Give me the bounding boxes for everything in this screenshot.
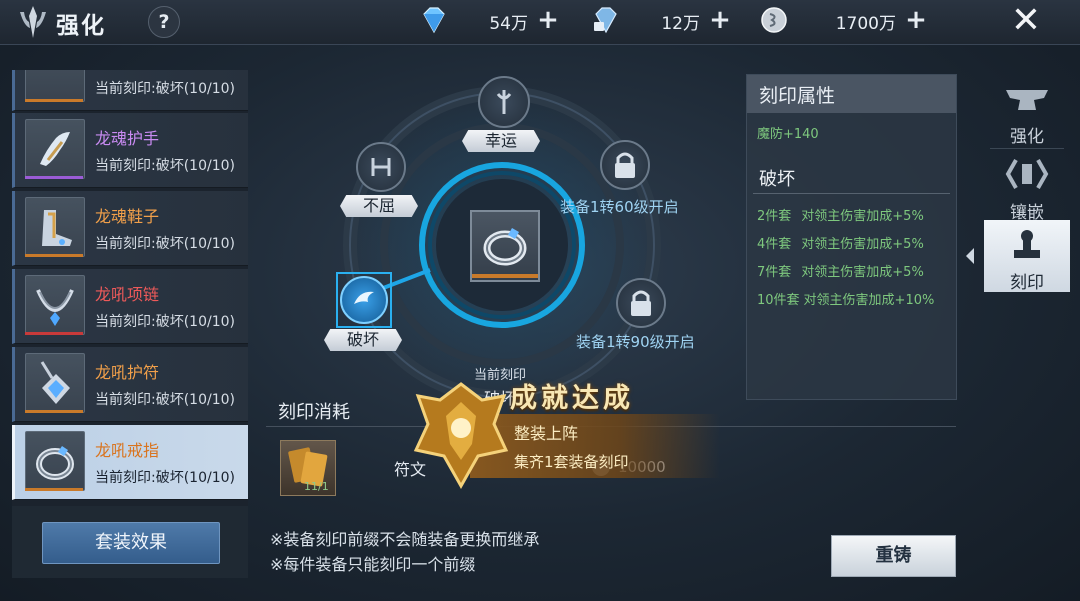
active-tab-pointer	[966, 248, 974, 264]
ring-icon	[25, 431, 85, 491]
cost-title: 刻印消耗	[278, 402, 350, 423]
set-bonus-row: 7件套 对领主伤害加成+5%	[757, 261, 924, 280]
equipment-thumbnail	[25, 70, 85, 102]
rarity-bar	[25, 176, 83, 179]
attribute-header: 刻印属性	[747, 75, 956, 113]
stamp-icon	[1014, 230, 1040, 258]
set-pieces: 2件套	[757, 209, 792, 224]
help-button[interactable]: ?	[148, 6, 180, 38]
unyielding-node[interactable]	[356, 142, 406, 192]
page-title: 强化	[56, 13, 106, 39]
item-name: 龙吼戒指	[95, 441, 160, 460]
lock-icon	[631, 290, 651, 316]
lock-hint-90: 装备1转90级开启	[576, 333, 695, 351]
add-bound-diamond-button[interactable]: +	[707, 7, 733, 34]
silver-coin-value: 1700万	[835, 14, 896, 34]
set-effect: 对领主伤害加成+5%	[801, 265, 924, 280]
set-bonus-row: 10件套 对领主伤害加成+10%	[757, 289, 934, 308]
tab-engrave[interactable]: 刻印	[984, 220, 1070, 293]
set-bonus-row: 4件套 对领主伤害加成+5%	[757, 233, 924, 252]
item-name: 龙吼项链	[95, 285, 160, 304]
amulet-icon	[25, 353, 85, 413]
necklace-icon	[25, 275, 85, 335]
achievement-name: 整装上阵	[514, 424, 579, 443]
luck-icon	[496, 90, 512, 114]
attribute-panel: 刻印属性 魔防+140 破坏 2件套 对领主伤害加成+5% 4件套 对领主伤害加成+…	[746, 74, 957, 400]
set-effect-button[interactable]: 套装效果	[42, 522, 220, 564]
rarity-bar	[25, 488, 83, 491]
tab-label: 强化	[1010, 127, 1044, 147]
luck-node[interactable]	[478, 76, 530, 128]
item-status: 当前刻印:破坏(10/10)	[95, 470, 235, 486]
achievement-badge-icon	[413, 382, 509, 490]
silver-coin-icon	[761, 7, 787, 33]
locked-node-60[interactable]	[600, 140, 650, 190]
ring-icon	[472, 228, 538, 278]
set-effect: 对领主伤害加成+5%	[801, 209, 924, 224]
add-diamond-button[interactable]: +	[535, 7, 561, 34]
rarity-bar	[25, 332, 83, 335]
side-tabs: 强化 镶嵌 刻印	[966, 74, 1070, 574]
locked-node-90[interactable]	[616, 278, 666, 328]
rarity-bar	[25, 254, 83, 257]
diamond-value: 54万	[489, 14, 528, 34]
lock-hint-60: 装备1转60级开启	[560, 198, 679, 216]
unyielding-label: 不屈	[340, 195, 418, 217]
luck-label: 幸运	[462, 130, 540, 152]
rarity-bar	[25, 410, 83, 413]
anvil-icon	[1006, 90, 1048, 110]
boots-icon	[25, 197, 85, 257]
set-pieces: 4件套	[757, 237, 792, 252]
rune-count: 11/1	[304, 480, 329, 493]
set-effect: 对领主伤害加成+10%	[803, 293, 935, 308]
list-item-selected[interactable]: 龙吼戒指 当前刻印:破坏(10/10)	[12, 425, 248, 500]
tab-strengthen[interactable]: 强化	[984, 74, 1070, 147]
trident-icon	[20, 6, 46, 38]
set-title: 破坏	[759, 169, 795, 190]
set-effect: 对领主伤害加成+5%	[801, 237, 924, 252]
note-line: ※每件装备只能刻印一个前缀	[270, 555, 476, 574]
unyielding-icon	[371, 158, 391, 176]
achievement-desc: 集齐1套装备刻印	[514, 453, 629, 471]
item-status: 当前刻印:破坏(10/10)	[95, 81, 235, 97]
achievement-title: 成就达成	[510, 383, 634, 414]
item-name: 龙魂鞋子	[95, 207, 160, 226]
set-bonus-row: 2件套 对领主伤害加成+5%	[757, 205, 924, 224]
recast-button[interactable]: 重铸	[831, 535, 956, 577]
note-line: ※装备刻印前缀不会随装备更换而继承	[270, 530, 540, 549]
list-item[interactable]: 龙吼项链 当前刻印:破坏(10/10)	[12, 269, 248, 344]
destroy-icon	[354, 291, 374, 304]
gauntlet-icon	[25, 119, 85, 179]
tab-inlay[interactable]: 镶嵌	[984, 150, 1070, 223]
rarity-bar	[25, 99, 83, 102]
list-item[interactable]: 龙吼护符 当前刻印:破坏(10/10)	[12, 347, 248, 422]
lock-icon	[615, 152, 635, 178]
item-status: 当前刻印:破坏(10/10)	[95, 392, 235, 408]
destroy-node[interactable]	[340, 276, 388, 324]
set-pieces: 10件套	[757, 293, 800, 308]
add-silver-button[interactable]: +	[903, 7, 929, 34]
list-item[interactable]: 龙魂护手 当前刻印:破坏(10/10)	[12, 113, 248, 188]
item-name: 龙魂护手	[95, 129, 160, 148]
gem-socket-icon	[1005, 159, 1049, 189]
tab-label: 刻印	[1010, 273, 1044, 293]
bound-diamond-value: 12万	[661, 14, 700, 34]
list-item[interactable]: 龙魂鞋子 当前刻印:破坏(10/10)	[12, 191, 248, 266]
set-pieces: 7件套	[757, 265, 792, 280]
attribute-value: 魔防+140	[757, 127, 819, 142]
list-item[interactable]: 当前刻印:破坏(10/10)	[12, 70, 248, 111]
item-status: 当前刻印:破坏(10/10)	[95, 158, 235, 174]
attribute-title: 刻印属性	[759, 85, 836, 107]
selected-equipment-slot[interactable]	[470, 210, 540, 282]
divider	[753, 193, 950, 194]
item-status: 当前刻印:破坏(10/10)	[95, 236, 235, 252]
divider	[990, 148, 1064, 149]
close-button[interactable]: ✕	[1006, 2, 1046, 40]
destroy-label: 破坏	[324, 329, 402, 351]
item-name: 龙吼护符	[95, 363, 160, 382]
equipment-list: 当前刻印:破坏(10/10) 龙魂护手 当前刻印:破坏(10/10) 龙魂鞋子 …	[12, 70, 248, 506]
item-status: 当前刻印:破坏(10/10)	[95, 314, 235, 330]
